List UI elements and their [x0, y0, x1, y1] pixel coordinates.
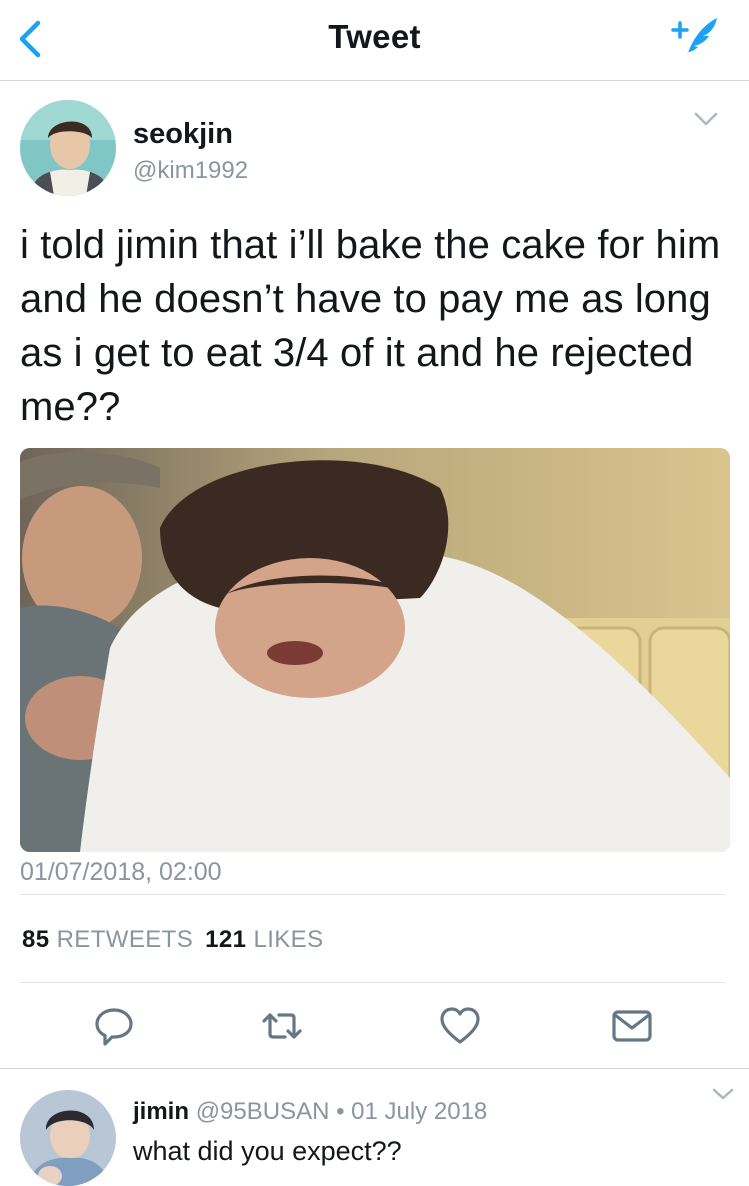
chevron-down-icon	[712, 1088, 734, 1100]
tweet-media-image[interactable]	[20, 448, 730, 852]
like-heart-icon	[440, 1007, 480, 1044]
reply-button[interactable]	[92, 1004, 136, 1048]
reply-author-avatar[interactable]	[20, 1090, 116, 1186]
reply-meta: @95BUSAN • 01 July 2018	[195, 1098, 488, 1125]
like-button[interactable]	[438, 1004, 482, 1048]
compose-feather-icon	[671, 18, 717, 56]
like-count-link[interactable]: 121 LIKES	[205, 926, 323, 953]
tweet-options-button[interactable]	[693, 110, 719, 128]
reply-options-button[interactable]	[711, 1086, 735, 1102]
retweet-icon	[262, 1013, 302, 1039]
direct-message-icon	[612, 1010, 652, 1042]
author-handle[interactable]: @kim1992	[133, 157, 248, 185]
retweet-label: RETWEETS	[56, 926, 194, 953]
direct-message-button[interactable]	[610, 1004, 654, 1048]
tweet-text: i told jimin that i’ll bake the cake for…	[20, 223, 721, 429]
retweet-count-link[interactable]: 85 RETWEETS	[22, 926, 193, 953]
like-label: LIKES	[253, 926, 324, 953]
author-name[interactable]: seokjin	[133, 118, 233, 151]
retweet-count: 85	[22, 926, 50, 953]
retweet-button[interactable]	[260, 1004, 304, 1048]
like-count: 121	[205, 926, 247, 953]
page-title: Tweet	[328, 18, 421, 55]
tweet-timestamp: 01/07/2018, 02:00	[20, 858, 222, 886]
navigation-bar: Tweet	[0, 0, 749, 81]
reply-header: jimin @95BUSAN • 01 July 2018	[133, 1098, 487, 1126]
reply-text: what did you expect??	[133, 1136, 402, 1166]
engagement-stats: 85 RETWEETS 121 LIKES	[22, 926, 324, 954]
divider	[20, 894, 725, 895]
compose-tweet-button[interactable]	[669, 12, 721, 62]
divider	[20, 982, 725, 983]
chevron-down-icon	[694, 112, 718, 126]
reply-author-name[interactable]: jimin	[133, 1098, 189, 1125]
reply-icon	[95, 1008, 133, 1046]
author-avatar[interactable]	[20, 100, 116, 196]
divider	[0, 1068, 749, 1069]
